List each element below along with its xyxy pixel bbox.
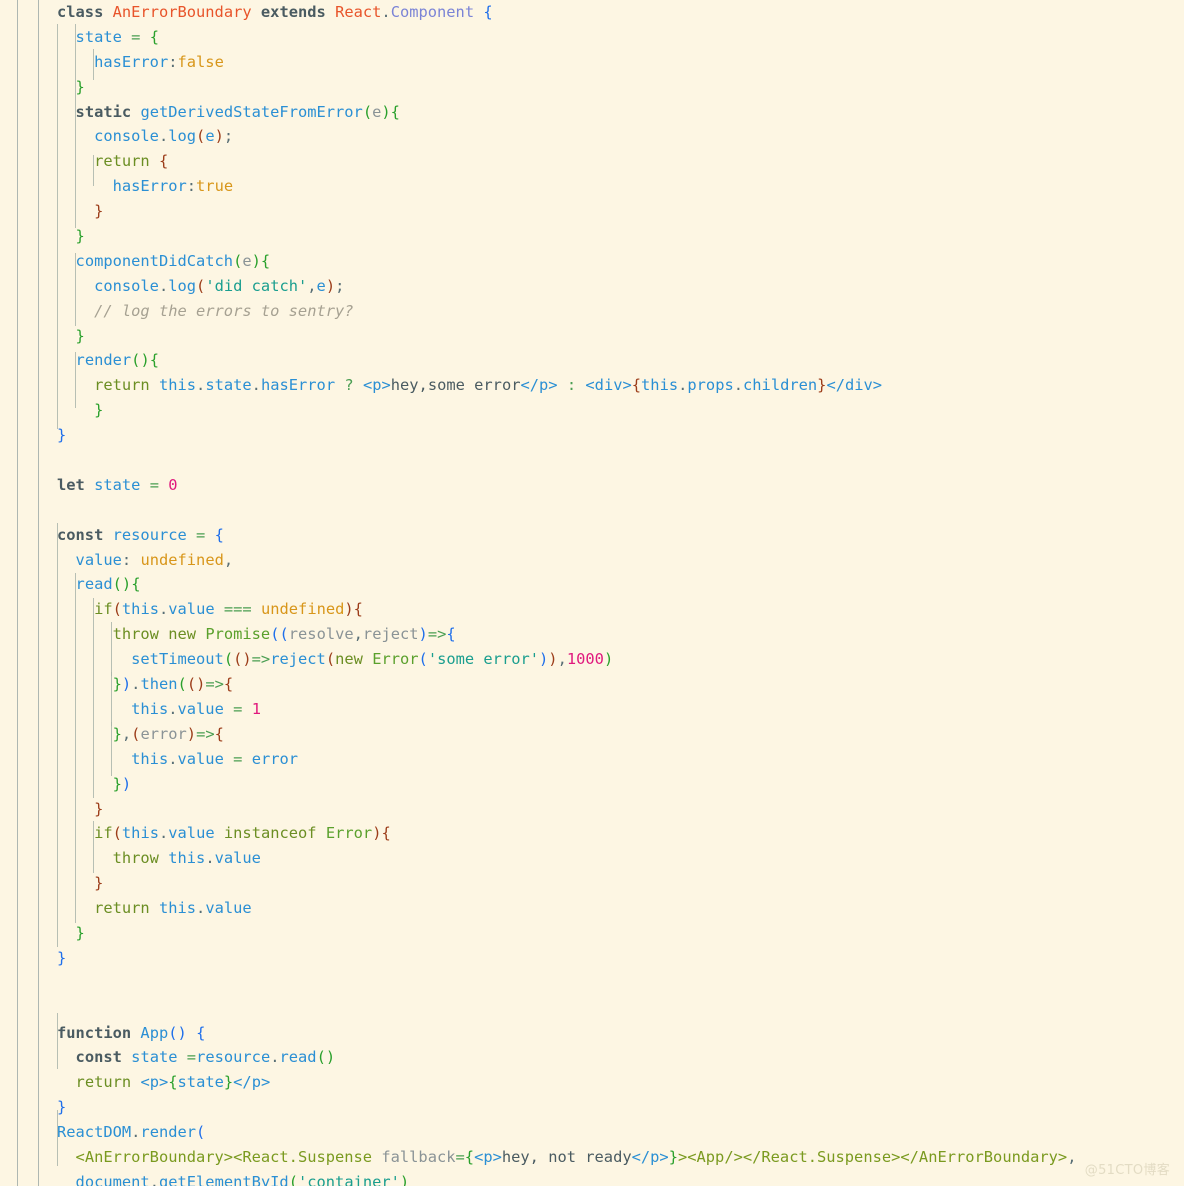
code-line: console.log('did catch',e); bbox=[94, 276, 345, 295]
code-line: hasError:true bbox=[112, 177, 234, 196]
code-line: document.getElementById('container') bbox=[75, 1172, 410, 1186]
code-line: } bbox=[94, 401, 104, 420]
code-line: } bbox=[57, 1098, 67, 1117]
code-line: } bbox=[75, 227, 85, 246]
code-line: this.value = error bbox=[131, 749, 299, 768]
code-line: }).then(()=>{ bbox=[112, 675, 234, 694]
code-line: } bbox=[75, 77, 85, 96]
code-line: } bbox=[94, 799, 104, 818]
code-line: value: undefined, bbox=[75, 550, 234, 569]
code-line: } bbox=[75, 923, 85, 942]
watermark: @51CTO博客 bbox=[1084, 1163, 1170, 1178]
code-line: <AnErrorBoundary><React.Suspense fallbac… bbox=[75, 1147, 1077, 1166]
code-line: this.value = 1 bbox=[131, 699, 261, 718]
code-line: class AnErrorBoundary extends React.Comp… bbox=[57, 3, 493, 21]
code-editor[interactable]: class AnErrorBoundary extends React.Comp… bbox=[0, 0, 1184, 1186]
code-line: return { bbox=[94, 152, 169, 171]
code-line: componentDidCatch(e){ bbox=[75, 251, 271, 270]
code-line: } bbox=[57, 426, 67, 445]
code-line: state = { bbox=[75, 27, 160, 46]
code-line: if(this.value === undefined){ bbox=[94, 600, 363, 619]
code-line: let state = 0 bbox=[57, 475, 178, 494]
code-line: const state =resource.read() bbox=[75, 1048, 336, 1067]
code-line: throw this.value bbox=[112, 849, 261, 868]
code-line: hasError:false bbox=[94, 52, 224, 71]
code-line: render(){ bbox=[75, 351, 159, 370]
code-line: throw new Promise((resolve,reject)=>{ bbox=[112, 625, 456, 644]
code-line: } bbox=[94, 874, 104, 893]
code-line: return this.state.hasError ? <p>hey,some… bbox=[94, 376, 883, 395]
code-line: console.log(e); bbox=[94, 127, 234, 146]
code-line: static getDerivedStateFromError(e){ bbox=[75, 102, 400, 121]
code-line-comment: // log the errors to sentry? bbox=[94, 301, 354, 320]
code-line: } bbox=[75, 326, 85, 345]
code-line: ReactDOM.render( bbox=[57, 1123, 206, 1142]
code-line: }) bbox=[112, 774, 132, 793]
code-line: return <p>{state}</p> bbox=[75, 1073, 271, 1092]
code-line: const resource = { bbox=[57, 525, 224, 544]
code-line: function App() { bbox=[57, 1023, 206, 1042]
code-line: if(this.value instanceof Error){ bbox=[94, 824, 391, 843]
code-line: return this.value bbox=[94, 899, 252, 918]
code-line: },(error)=>{ bbox=[112, 724, 224, 743]
code-line: read(){ bbox=[75, 575, 141, 594]
code-content[interactable]: class AnErrorBoundary extends React.Comp… bbox=[0, 0, 1184, 1186]
code-line: setTimeout(()=>reject(new Error('some er… bbox=[131, 650, 614, 669]
code-line: } bbox=[57, 948, 67, 967]
code-line: } bbox=[94, 202, 104, 221]
